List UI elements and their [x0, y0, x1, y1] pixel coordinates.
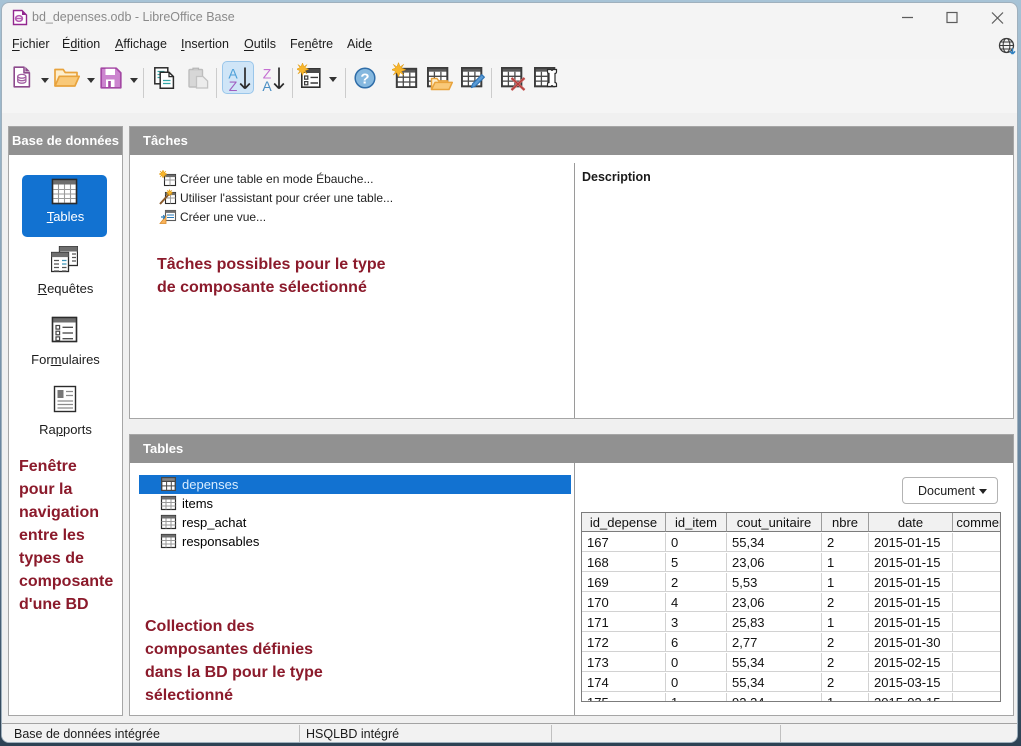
svg-text:?: ?	[360, 71, 369, 88]
svg-text:Z: Z	[229, 78, 238, 93]
svg-text:A: A	[262, 78, 272, 93]
